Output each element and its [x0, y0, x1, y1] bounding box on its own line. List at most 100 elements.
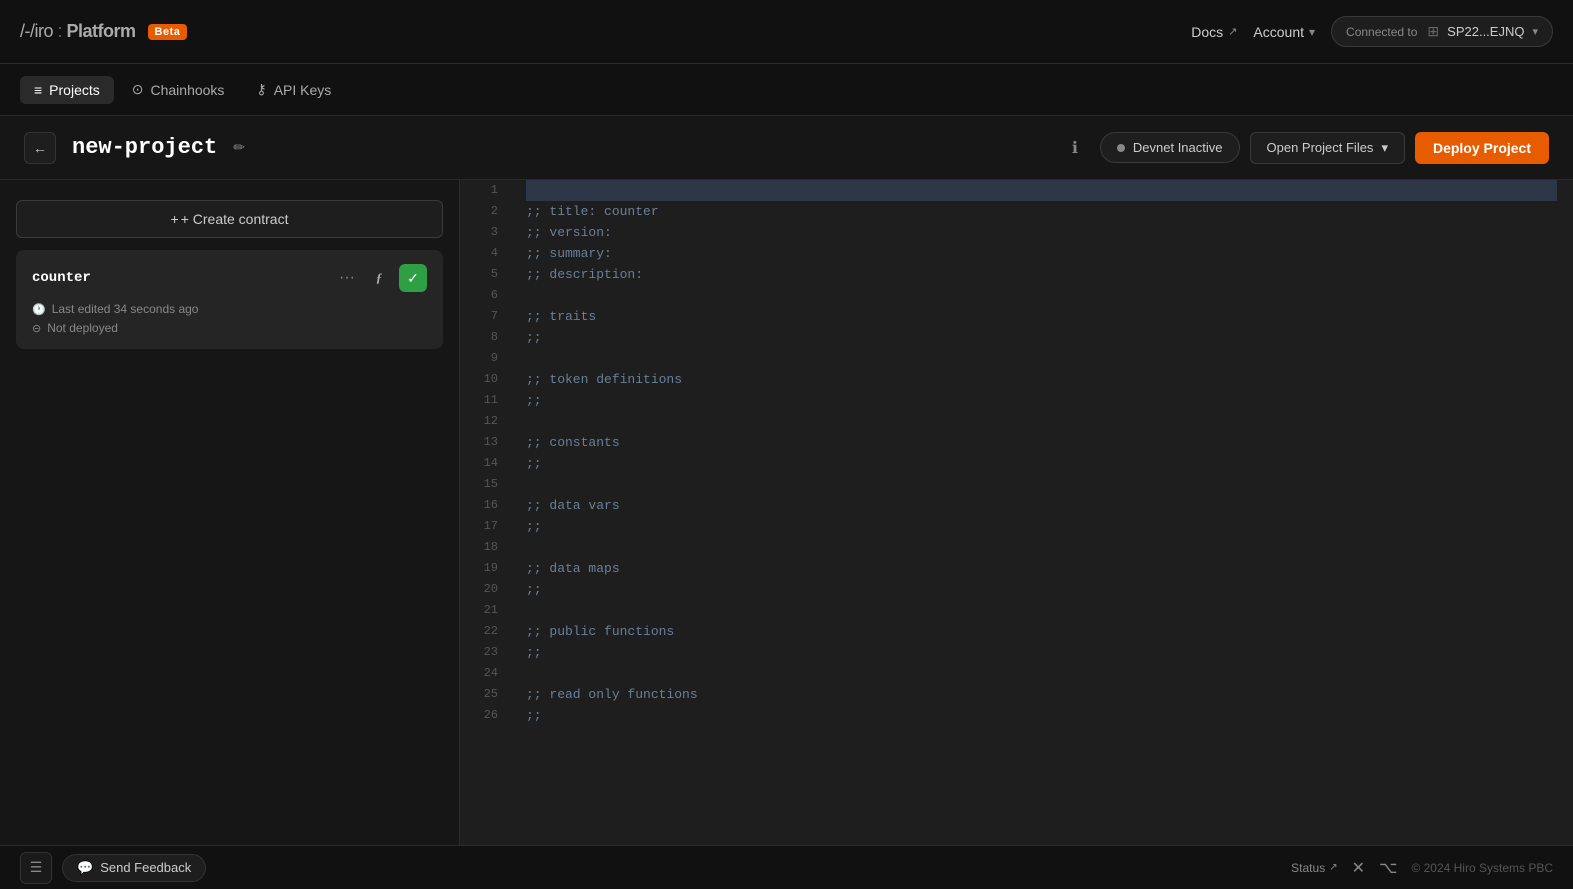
code-line — [526, 474, 1557, 495]
chevron-down-icon: ▾ — [1309, 25, 1315, 39]
check-button[interactable]: ✓ — [399, 264, 427, 292]
menu-button[interactable]: ☰ — [20, 852, 52, 884]
code-line: ;; data vars — [526, 495, 1557, 516]
code-line: ;; — [526, 705, 1557, 726]
deploy-status-row: ⊝ Not deployed — [32, 321, 427, 335]
footer: ☰ 💬 Send Feedback Status ↗ ✕ ⌥ © 2024 Hi… — [0, 845, 1573, 889]
top-nav-left: /-/iro : Platform Beta — [20, 21, 187, 42]
code-line: ;; traits — [526, 306, 1557, 327]
chat-icon: 💬 — [77, 860, 93, 876]
deploy-button[interactable]: Deploy Project — [1415, 132, 1549, 164]
back-button[interactable]: ← — [24, 132, 56, 164]
contract-card[interactable]: counter ··· ƒ ✓ 🕐 Last edited 34 seconds… — [16, 250, 443, 349]
account-button[interactable]: Account ▾ — [1253, 24, 1315, 40]
line-number: 19 — [460, 558, 510, 579]
workspace: + + Create contract counter ··· ƒ ✓ — [0, 180, 1573, 845]
line-number: 21 — [460, 600, 510, 621]
line-number: 1 — [460, 180, 510, 201]
line-number: 23 — [460, 642, 510, 663]
line-number: 17 — [460, 516, 510, 537]
logo: /-/iro : Platform — [20, 21, 136, 42]
line-number: 24 — [460, 663, 510, 684]
code-line — [526, 180, 1557, 201]
contract-actions: ··· ƒ ✓ — [335, 264, 427, 292]
footer-right: Status ↗ ✕ ⌥ © 2024 Hiro Systems PBC — [1291, 858, 1553, 878]
line-number: 8 — [460, 327, 510, 348]
secondary-nav: ≡ Projects ⊙ Chainhooks ⚷ API Keys — [0, 64, 1573, 116]
line-number: 22 — [460, 621, 510, 642]
code-container: 1234567891011121314151617181920212223242… — [460, 180, 1573, 845]
line-number: 4 — [460, 243, 510, 264]
chevron-down-icon: ▾ — [1381, 140, 1388, 156]
github-icon[interactable]: ⌥ — [1379, 858, 1397, 878]
open-files-button[interactable]: Open Project Files ▾ — [1250, 132, 1405, 164]
code-line — [526, 537, 1557, 558]
wallet-connect-button[interactable]: Connected to ⊞ SP22...EJNQ ▾ — [1331, 16, 1553, 47]
code-line: ;; version: — [526, 222, 1557, 243]
code-line — [526, 348, 1557, 369]
line-number: 11 — [460, 390, 510, 411]
code-line — [526, 285, 1557, 306]
twitter-icon[interactable]: ✕ — [1352, 858, 1365, 878]
line-number: 12 — [460, 411, 510, 432]
tab-api-keys[interactable]: ⚷ API Keys — [242, 75, 345, 104]
line-number: 10 — [460, 369, 510, 390]
line-number: 6 — [460, 285, 510, 306]
contract-card-header: counter ··· ƒ ✓ — [32, 264, 427, 292]
code-line: ;; — [526, 579, 1557, 600]
line-number: 13 — [460, 432, 510, 453]
project-header-left: ← new-project ✏ — [24, 132, 245, 164]
footer-left: ☰ 💬 Send Feedback — [20, 852, 206, 884]
contract-name: counter — [32, 270, 91, 286]
line-number: 5 — [460, 264, 510, 285]
top-nav: /-/iro : Platform Beta Docs ↗ Account ▾ … — [0, 0, 1573, 64]
function-icon[interactable]: ƒ — [365, 264, 393, 292]
devnet-button[interactable]: Devnet Inactive — [1100, 132, 1240, 163]
project-header-right: ℹ Devnet Inactive Open Project Files ▾ D… — [1060, 132, 1549, 164]
tab-projects[interactable]: ≡ Projects — [20, 76, 114, 104]
line-number: 25 — [460, 684, 510, 705]
contract-meta: 🕐 Last edited 34 seconds ago ⊝ Not deplo… — [32, 302, 427, 335]
feedback-button[interactable]: 💬 Send Feedback — [62, 854, 206, 882]
checkmark-icon: ✓ — [407, 270, 419, 287]
code-line: ;; token definitions — [526, 369, 1557, 390]
info-button[interactable]: ℹ — [1060, 133, 1090, 163]
hamburger-icon: ☰ — [30, 859, 43, 876]
line-number: 7 — [460, 306, 510, 327]
code-line: ;; public functions — [526, 621, 1557, 642]
circle-dash-icon: ⊝ — [32, 322, 41, 335]
status-link[interactable]: Status ↗ — [1291, 861, 1337, 875]
top-nav-right: Docs ↗ Account ▾ Connected to ⊞ SP22...E… — [1191, 16, 1553, 47]
line-number: 16 — [460, 495, 510, 516]
code-line: ;; constants — [526, 432, 1557, 453]
code-line: ;; data maps — [526, 558, 1557, 579]
code-line: ;; — [526, 642, 1557, 663]
code-editor[interactable]: 1234567891011121314151617181920212223242… — [460, 180, 1573, 845]
code-content: ;; title: counter;; version:;; summary:;… — [510, 180, 1573, 845]
clock-icon: 🕐 — [32, 303, 46, 316]
line-number: 18 — [460, 537, 510, 558]
main-content: ← new-project ✏ ℹ Devnet Inactive Open P… — [0, 116, 1573, 845]
more-options-button[interactable]: ··· — [335, 267, 359, 289]
create-contract-button[interactable]: + + Create contract — [16, 200, 443, 238]
devnet-status-dot — [1117, 144, 1125, 152]
external-link-icon: ↗ — [1329, 862, 1337, 873]
docs-link[interactable]: Docs ↗ — [1191, 24, 1237, 40]
hook-icon: ⊙ — [132, 81, 144, 98]
line-number: 9 — [460, 348, 510, 369]
beta-badge: Beta — [148, 24, 188, 40]
line-numbers: 1234567891011121314151617181920212223242… — [460, 180, 510, 845]
code-line: ;; — [526, 516, 1557, 537]
line-number: 20 — [460, 579, 510, 600]
project-header: ← new-project ✏ ℹ Devnet Inactive Open P… — [0, 116, 1573, 180]
tab-chainhooks[interactable]: ⊙ Chainhooks — [118, 75, 239, 104]
line-number: 2 — [460, 201, 510, 222]
code-line: ;; — [526, 327, 1557, 348]
line-number: 15 — [460, 474, 510, 495]
edit-icon[interactable]: ✏ — [233, 139, 245, 156]
line-number: 26 — [460, 705, 510, 726]
stacks-icon: ⊞ — [1427, 23, 1439, 40]
line-number: 14 — [460, 453, 510, 474]
code-line: ;; read only functions — [526, 684, 1557, 705]
line-number: 3 — [460, 222, 510, 243]
